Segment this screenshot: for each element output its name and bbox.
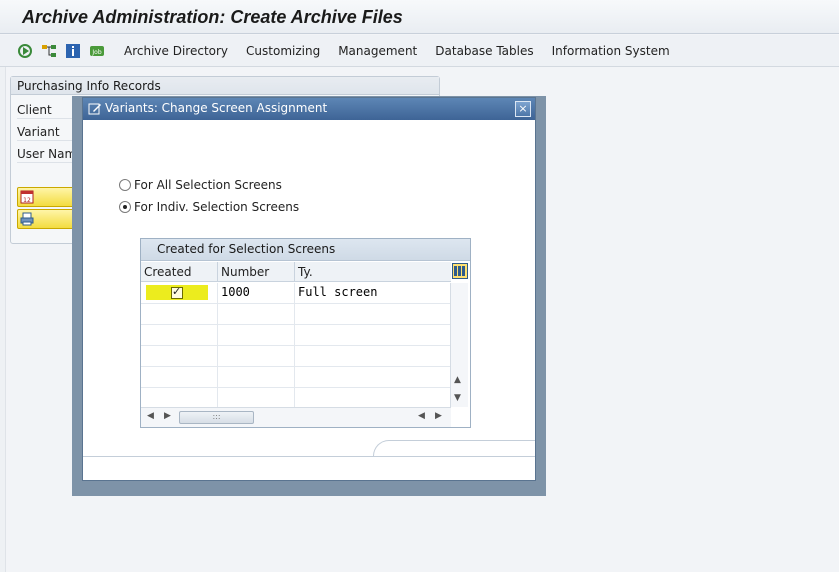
selection-screens-table: Created for Selection Screens Created Nu… (140, 238, 471, 428)
table-row[interactable] (141, 346, 451, 367)
maintain-button[interactable]: 12 (17, 187, 77, 207)
table-title: Created for Selection Screens (141, 239, 470, 261)
radio-button[interactable] (119, 179, 131, 191)
svg-text:Job: Job (91, 49, 101, 56)
type-cell: Full screen (298, 285, 378, 299)
number-cell: 1000 (218, 283, 295, 304)
option-label: For Indiv. Selection Screens (134, 200, 300, 214)
created-checkbox[interactable] (171, 285, 183, 299)
dialog-titlebar: Variants: Change Screen Assignment × (83, 98, 535, 120)
execute-icon[interactable] (16, 42, 34, 60)
column-config-icon[interactable] (452, 263, 468, 279)
option-all-screens[interactable]: For All Selection Screens (119, 178, 282, 192)
svg-text:12: 12 (23, 197, 31, 204)
window-title: Archive Administration: Create Archive F… (22, 7, 403, 27)
change-screen-assignment-dialog: Variants: Change Screen Assignment × For… (82, 97, 536, 481)
scroll-right-icon[interactable]: ▶ (164, 411, 171, 421)
column-created[interactable]: Created (141, 262, 218, 282)
option-indiv-screens[interactable]: For Indiv. Selection Screens (119, 200, 299, 214)
scroll-left-end-icon[interactable]: ◀ (418, 411, 425, 421)
table-row[interactable] (141, 367, 451, 388)
column-number[interactable]: Number (218, 262, 295, 282)
created-cell[interactable] (141, 283, 218, 304)
menu-archive-directory[interactable]: Archive Directory (124, 44, 228, 58)
printer-icon (20, 212, 34, 226)
footer-divider (83, 456, 535, 457)
table-row[interactable]: 1000 Full screen (141, 283, 451, 304)
spool-params-button[interactable] (17, 209, 77, 229)
hierarchy-icon[interactable] (40, 42, 58, 60)
option-label: For All Selection Screens (134, 178, 282, 192)
scroll-right-end-icon[interactable]: ▶ (435, 411, 442, 421)
scroll-down-icon[interactable]: ▼ (454, 393, 461, 403)
close-icon[interactable]: × (515, 101, 531, 117)
menu-database-tables[interactable]: Database Tables (435, 44, 533, 58)
scroll-up-icon[interactable]: ▲ (454, 375, 461, 385)
menu-information-system[interactable]: Information System (552, 44, 670, 58)
left-strip (0, 67, 6, 572)
info-icon[interactable] (64, 42, 82, 60)
application-toolbar: Job Archive Directory Customizing Manage… (0, 35, 839, 67)
job-icon[interactable]: Job (88, 42, 106, 60)
footer-divider-curve (373, 440, 535, 456)
scroll-left-icon[interactable]: ◀ (147, 411, 154, 421)
horizontal-scrollbar[interactable]: ◀ ▶ ::: ◀ ▶ (141, 407, 451, 427)
calendar-icon: 12 (20, 190, 34, 204)
table-row[interactable] (141, 325, 451, 346)
vertical-scrollbar[interactable]: ▲ ▼ (450, 283, 468, 407)
table-row[interactable] (141, 304, 451, 325)
table-header: Created Number Ty. (141, 262, 451, 282)
panel-title: Purchasing Info Records (11, 77, 439, 95)
title-bar: Archive Administration: Create Archive F… (0, 0, 839, 34)
radio-button-selected[interactable] (119, 201, 131, 213)
dialog-title: Variants: Change Screen Assignment (105, 101, 328, 115)
column-type[interactable]: Ty. (295, 262, 451, 282)
created-checkbox-highlight (146, 285, 208, 300)
table-row[interactable] (141, 388, 451, 409)
scroll-thumb[interactable]: ::: (179, 411, 254, 424)
menu-customizing[interactable]: Customizing (246, 44, 320, 58)
menu-management[interactable]: Management (338, 44, 417, 58)
edit-icon (88, 102, 102, 116)
table-body: 1000 Full screen (141, 283, 451, 409)
